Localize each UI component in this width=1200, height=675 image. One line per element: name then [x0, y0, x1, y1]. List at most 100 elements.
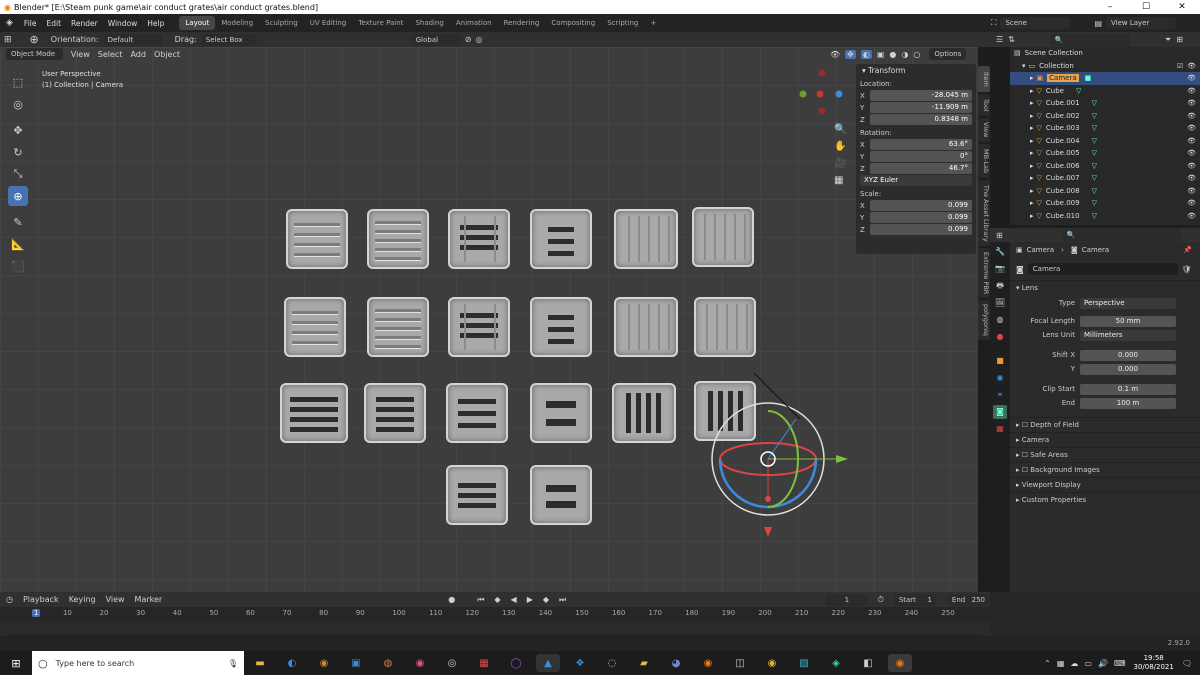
timeline-track[interactable] — [0, 621, 990, 633]
visibility-eye-icon[interactable]: 👁 — [1187, 62, 1196, 70]
menu-file[interactable]: File — [19, 19, 42, 28]
tab-asset-library[interactable]: The Asset Library — [978, 180, 990, 246]
outliner-item[interactable]: ▸ ▽ Cube.008 ▽ 👁 — [1010, 185, 1200, 198]
tab-layout[interactable]: Layout — [179, 16, 216, 30]
physics-props-icon[interactable]: ◉ — [993, 371, 1007, 385]
data-name-field[interactable]: Camera — [1027, 263, 1178, 275]
menu-marker[interactable]: Marker — [135, 595, 163, 604]
visibility-eye-icon[interactable]: 👁 — [1187, 99, 1196, 107]
proportional-edit-icon[interactable]: ◎ — [475, 35, 482, 44]
location-x-field[interactable]: -28.045 m — [870, 90, 972, 101]
fake-user-icon[interactable]: 🛡 — [1182, 265, 1192, 274]
frame-start-field[interactable]: Start 1 — [893, 593, 937, 606]
network-icon[interactable]: ▭ — [1084, 659, 1092, 668]
overlay-toggle-icon[interactable]: ◐ — [860, 49, 872, 59]
grate-mesh[interactable] — [367, 297, 429, 357]
display-mode-icon[interactable]: ⇅ — [1008, 35, 1015, 44]
tab-animation[interactable]: Animation — [450, 16, 498, 30]
pan-hand-icon[interactable]: ✋ — [834, 138, 848, 155]
checkbox-icon[interactable]: ☑ — [1177, 62, 1183, 70]
lens-unit-select[interactable]: Millimeters — [1080, 329, 1176, 341]
transform-gizmo[interactable] — [700, 367, 860, 547]
frame-end-field[interactable]: End 250 — [946, 593, 990, 606]
app-icon[interactable]: ◯ — [504, 654, 528, 672]
outliner-item[interactable]: ▸ ▽ Cube.002 ▽ 👁 — [1010, 110, 1200, 123]
windows-start-icon[interactable]: ⊞ — [4, 654, 28, 672]
add-cube-tool-icon[interactable]: ⬛ — [8, 256, 28, 276]
tab-sculpting[interactable]: Sculpting — [259, 16, 304, 30]
play-reverse-icon[interactable]: ◀ — [511, 595, 517, 604]
tab-mb-lab[interactable]: MB-Lab — [978, 144, 990, 178]
grate-mesh[interactable] — [530, 297, 592, 357]
outliner-item[interactable]: ▸ ▽ Cube.003 ▽ 👁 — [1010, 122, 1200, 135]
tray-chevron-icon[interactable]: ⌃ — [1044, 659, 1051, 668]
output-props-icon[interactable]: 🖶 — [993, 279, 1007, 293]
depth-of-field-section[interactable]: ▸ ☐ Depth of Field — [1010, 417, 1200, 432]
outliner-item[interactable]: ▸ ▽ Cube.004 ▽ 👁 — [1010, 135, 1200, 148]
solid-shading-icon[interactable]: ● — [889, 50, 896, 59]
clock[interactable]: 19:58 30/08/2021 — [1133, 654, 1173, 672]
visibility-eye-icon[interactable]: 👁 — [1187, 187, 1196, 195]
zoom-icon[interactable]: 🔍 — [834, 121, 848, 138]
menu-add[interactable]: Add — [130, 50, 146, 59]
menu-timeline-view[interactable]: View — [106, 595, 125, 604]
grate-mesh[interactable] — [530, 209, 592, 269]
app-icon[interactable]: ▲ — [536, 654, 560, 672]
tab-rendering[interactable]: Rendering — [498, 16, 546, 30]
language-icon[interactable]: ⌨ — [1114, 659, 1126, 668]
scene-props-icon[interactable]: ◍ — [993, 313, 1007, 327]
texture-props-icon[interactable]: ▦ — [993, 422, 1007, 436]
tool-props-icon[interactable]: 🔧 — [993, 245, 1007, 259]
drag-select[interactable]: Select Box — [200, 33, 257, 46]
grate-mesh[interactable] — [286, 209, 348, 269]
clip-start-field[interactable]: 0.1 m — [1080, 383, 1176, 395]
constraint-props-icon[interactable]: ⚭ — [993, 388, 1007, 402]
render-props-icon[interactable]: 📷 — [993, 262, 1007, 276]
app-icon[interactable]: ▦ — [472, 654, 496, 672]
blender-icon[interactable]: ◉ — [696, 654, 720, 672]
outliner-item[interactable]: ▸ ▽ Cube.010 ▽ 👁 — [1010, 210, 1200, 223]
rotate-tool-icon[interactable]: ↻ — [8, 142, 28, 162]
camera-section[interactable]: ▸ Camera — [1010, 432, 1200, 447]
app-icon[interactable]: ◉ — [312, 654, 336, 672]
location-y-field[interactable]: -11.909 m — [870, 102, 972, 113]
scale-x-field[interactable]: 0.099 — [870, 200, 972, 211]
app-icon[interactable]: ◎ — [440, 654, 464, 672]
rendered-shading-icon[interactable]: ○ — [913, 50, 920, 59]
navigation-gizmo[interactable] — [796, 65, 852, 121]
annotate-tool-icon[interactable]: ✎ — [8, 212, 28, 232]
jump-end-icon[interactable]: ⏭ — [559, 595, 566, 605]
maximize-button[interactable]: ☐ — [1128, 0, 1164, 14]
outliner-editor-icon[interactable]: ☰ — [996, 35, 1003, 44]
prev-keyframe-icon[interactable]: ◆ — [494, 595, 500, 604]
lens-section[interactable]: ▾ Lens — [1010, 280, 1200, 295]
viewport-display-section[interactable]: ▸ Viewport Display — [1010, 477, 1200, 492]
chrome-icon[interactable]: ◉ — [760, 654, 784, 672]
grate-mesh[interactable] — [446, 383, 508, 443]
rotation-mode-select[interactable]: XYZ Euler — [860, 175, 972, 186]
menu-playback[interactable]: Playback — [23, 595, 59, 604]
camera-data-props-icon[interactable]: ◙ — [993, 405, 1007, 419]
app-icon[interactable]: ▣ — [344, 654, 368, 672]
outliner-search-input[interactable]: 🔍 — [1049, 33, 1130, 46]
clock-icon[interactable]: ⏱ — [878, 595, 884, 605]
transform-tool-icon[interactable]: ⊕ — [8, 186, 28, 206]
scale-y-field[interactable]: 0.099 — [870, 212, 972, 223]
clip-end-field[interactable]: 100 m — [1080, 397, 1176, 409]
visibility-eye-icon[interactable]: 👁 — [1187, 137, 1196, 145]
scene-selector[interactable]: Scene — [1000, 17, 1071, 29]
xray-icon[interactable]: ▣ — [877, 50, 885, 59]
menu-select[interactable]: Select — [98, 50, 123, 59]
discord-icon[interactable]: ◕ — [664, 654, 688, 672]
editor-type-icon[interactable]: ⊞ — [4, 35, 12, 45]
menu-object[interactable]: Object — [154, 50, 180, 59]
shift-x-field[interactable]: 0.000 — [1080, 349, 1176, 361]
collection-row[interactable]: ▾ ▭ Collection ☑ 👁 — [1010, 60, 1200, 73]
visibility-eye-icon[interactable]: 👁 — [1187, 124, 1196, 132]
move-tool-icon[interactable]: ✥ — [8, 120, 28, 140]
play-icon[interactable]: ▶ — [527, 595, 533, 604]
taskbar-search[interactable]: ○ Type here to search 🎙 — [32, 651, 244, 675]
visibility-eye-icon[interactable]: 👁 — [1187, 212, 1196, 220]
grate-mesh[interactable] — [367, 209, 429, 269]
close-button[interactable]: ✕ — [1164, 0, 1200, 14]
